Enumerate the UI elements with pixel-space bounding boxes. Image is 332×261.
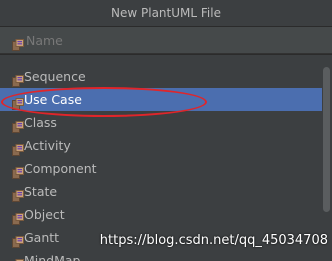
plantuml-file-icon xyxy=(6,139,24,156)
scrollbar-thumb[interactable] xyxy=(323,67,330,212)
template-item-activity[interactable]: Activity xyxy=(0,134,322,157)
template-item-label: Use Case xyxy=(24,92,82,107)
plantuml-file-icon xyxy=(6,254,24,261)
plantuml-file-icon xyxy=(6,33,24,51)
plantuml-file-icon xyxy=(6,185,24,202)
name-row xyxy=(0,27,332,54)
plantuml-file-icon xyxy=(6,116,24,133)
plantuml-file-icon xyxy=(6,208,24,225)
plantuml-file-icon xyxy=(6,70,24,87)
template-item-label: Sequence xyxy=(24,69,86,84)
template-item-label: Object xyxy=(24,207,65,222)
vertical-scrollbar[interactable] xyxy=(322,55,332,261)
template-item-use-case[interactable]: Use Case xyxy=(0,88,322,111)
template-item-mindmap[interactable]: MindMap xyxy=(0,249,322,261)
dialog-title: New PlantUML File xyxy=(0,0,332,27)
template-item-label: Gantt xyxy=(24,230,60,245)
template-list-items: Sequence Use Case Class Activity Component St… xyxy=(0,65,322,261)
watermark-text: https://blog.csdn.net/qq_45034708 xyxy=(99,233,328,248)
plantuml-file-icon xyxy=(6,231,24,248)
plantuml-file-icon xyxy=(6,162,24,179)
template-item-label: Component xyxy=(24,161,97,176)
name-input[interactable] xyxy=(22,30,326,50)
template-item-label: State xyxy=(24,184,58,199)
plantuml-file-icon xyxy=(6,93,24,110)
template-list: Sequence Use Case Class Activity Component St… xyxy=(0,54,332,261)
template-item-class[interactable]: Class xyxy=(0,111,322,134)
template-item-label: MindMap xyxy=(24,253,81,261)
template-item-label: Class xyxy=(24,115,57,130)
template-item-state[interactable]: State xyxy=(0,180,322,203)
new-plantuml-file-dialog: New PlantUML File Sequence Use Case Class A… xyxy=(0,0,332,261)
template-item-label: Activity xyxy=(24,138,71,153)
template-item-sequence[interactable]: Sequence xyxy=(0,65,322,88)
template-item-object[interactable]: Object xyxy=(0,203,322,226)
template-item-component[interactable]: Component xyxy=(0,157,322,180)
